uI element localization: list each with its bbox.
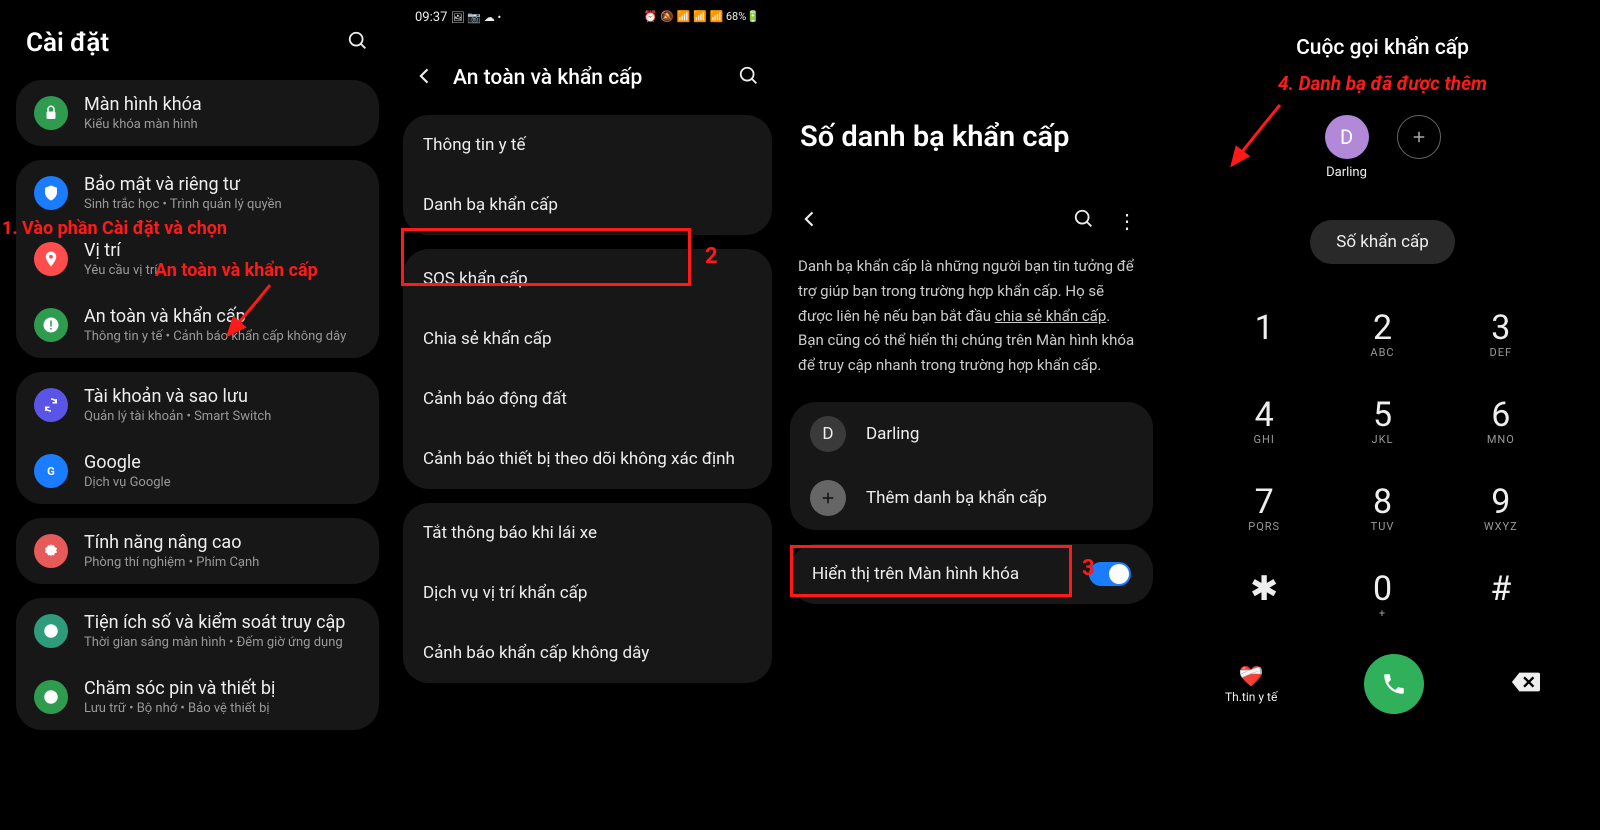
dialer-key-4[interactable]: 4GHI bbox=[1205, 381, 1323, 460]
saved-contact-darling[interactable]: D Darling bbox=[1325, 115, 1369, 180]
lock-icon bbox=[34, 96, 68, 130]
wellbeing-icon bbox=[34, 614, 68, 648]
settings-list: Màn hình khóaKiểu khóa màn hình Bảo mật … bbox=[0, 80, 395, 730]
more-icon[interactable]: ⋮ bbox=[1117, 209, 1137, 233]
settings-item-shield[interactable]: Bảo mật và riêng tưSinh trắc học • Trình… bbox=[16, 160, 379, 226]
safety-item[interactable]: Dịch vụ vị trí khẩn cấp bbox=[403, 563, 772, 623]
annotation-step1b: An toàn và khẩn cấp bbox=[155, 260, 318, 281]
safety-item[interactable]: Cảnh báo động đất bbox=[403, 369, 772, 429]
emergency-contacts-panel: Số danh bạ khẩn cấp ⋮ Danh bạ khẩn cấp l… bbox=[780, 0, 1165, 830]
dialer-key-5[interactable]: 5JKL bbox=[1323, 381, 1441, 460]
emergency-contacts-title: Số danh bạ khẩn cấp bbox=[780, 0, 1165, 194]
settings-title: Cài đặt bbox=[26, 28, 109, 58]
dialer-keypad: 12ABC3DEF 4GHI5JKL6MNO 7PQRS8TUV9WXYZ ✱0+# bbox=[1165, 294, 1600, 634]
settings-item-lock[interactable]: Màn hình khóaKiểu khóa màn hình bbox=[16, 80, 379, 146]
toggle-switch-on[interactable] bbox=[1089, 562, 1131, 586]
settings-item-wellbeing[interactable]: Tiện ích số và kiểm soát truy cậpThời gi… bbox=[16, 598, 379, 664]
safety-item[interactable]: Cảnh báo thiết bị theo dõi không xác địn… bbox=[403, 429, 772, 489]
dialer-key-6[interactable]: 6MNO bbox=[1442, 381, 1560, 460]
annotation-step1: 1. Vào phần Cài đặt và chọn bbox=[2, 218, 390, 239]
safety-item[interactable]: Danh bạ khẩn cấp bbox=[403, 175, 772, 235]
dialer-key-8[interactable]: 8TUV bbox=[1323, 468, 1441, 547]
contact-row-darling[interactable]: D Darling bbox=[790, 402, 1153, 466]
safety-title: An toàn và khẩn cấp bbox=[453, 66, 720, 90]
dialer-key-0[interactable]: 0+ bbox=[1323, 555, 1441, 634]
heart-icon: ❤️‍🩹 bbox=[1225, 664, 1277, 688]
safety-emergency-panel: 09:37 🖼 📷 ☁ • ⏰ 🔕 📶 📶 📶 68%🔋 An toàn và … bbox=[395, 0, 780, 830]
dialer-key-9[interactable]: 9WXYZ bbox=[1442, 468, 1560, 547]
sos-icon bbox=[34, 308, 68, 342]
show-on-lockscreen-toggle-row[interactable]: Hiển thị trên Màn hình khóa bbox=[790, 544, 1153, 604]
back-icon[interactable] bbox=[800, 209, 820, 233]
shield-icon bbox=[34, 176, 68, 210]
settings-item-sos[interactable]: An toàn và khẩn cấpThông tin y tế • Cảnh… bbox=[16, 292, 379, 358]
backspace-icon bbox=[1510, 670, 1540, 694]
sync-icon bbox=[34, 388, 68, 422]
svg-text:G: G bbox=[47, 465, 55, 478]
medical-info-button[interactable]: ❤️‍🩹 Th.tin y tế bbox=[1225, 664, 1277, 704]
dialer-key-#[interactable]: # bbox=[1442, 555, 1560, 634]
emergency-number-pill[interactable]: Số khẩn cấp bbox=[1310, 220, 1455, 264]
contact-name: Darling bbox=[1325, 165, 1369, 180]
dialer-key-3[interactable]: 3DEF bbox=[1442, 294, 1560, 373]
dialer-key-7[interactable]: 7PQRS bbox=[1205, 468, 1323, 547]
settings-item-gear[interactable]: Tính năng nâng caoPhòng thí nghiệm • Phí… bbox=[16, 518, 379, 584]
status-bar: 09:37 🖼 📷 ☁ • ⏰ 🔕 📶 📶 📶 68%🔋 bbox=[395, 0, 780, 25]
settings-item-battery[interactable]: Chăm sóc pin và thiết bịLưu trữ • Bộ nhớ… bbox=[16, 664, 379, 730]
pin-icon bbox=[34, 242, 68, 276]
contact-avatar: D bbox=[810, 416, 846, 452]
settings-item-google[interactable]: G GoogleDịch vụ Google bbox=[16, 438, 379, 504]
toggle-label: Hiển thị trên Màn hình khóa bbox=[812, 564, 1089, 584]
add-contact-button[interactable] bbox=[1397, 115, 1441, 159]
emergency-contacts-description: Danh bạ khẩn cấp là những người bạn tin … bbox=[780, 254, 1165, 402]
emergency-call-title: Cuộc gọi khẩn cấp bbox=[1165, 0, 1600, 70]
gear-icon bbox=[34, 534, 68, 568]
add-contact-label: Thêm danh bạ khẩn cấp bbox=[866, 488, 1133, 508]
dialer-key-2[interactable]: 2ABC bbox=[1323, 294, 1441, 373]
search-icon[interactable] bbox=[347, 30, 369, 56]
plus-icon bbox=[1397, 115, 1441, 159]
search-icon[interactable] bbox=[1073, 208, 1095, 234]
search-icon[interactable] bbox=[738, 65, 760, 91]
settings-panel: Cài đặt Màn hình khóaKiểu khóa màn hình … bbox=[0, 0, 395, 830]
safety-item[interactable]: Tắt thông báo khi lái xe bbox=[403, 503, 772, 563]
google-icon: G bbox=[34, 454, 68, 488]
emergency-call-panel: Cuộc gọi khẩn cấp 4. Danh bạ đã được thê… bbox=[1165, 0, 1600, 830]
safety-item[interactable]: Chia sẻ khẩn cấp bbox=[403, 309, 772, 369]
add-emergency-contact-button[interactable]: Thêm danh bạ khẩn cấp bbox=[790, 466, 1153, 530]
back-icon[interactable] bbox=[415, 66, 435, 90]
safety-list: Thông tin y tếDanh bạ khẩn cấpSOS khẩn c… bbox=[395, 115, 780, 683]
phone-icon bbox=[1381, 671, 1407, 697]
annotation-step2: 2 bbox=[705, 244, 718, 269]
call-button[interactable] bbox=[1364, 654, 1424, 714]
contact-avatar: D bbox=[1325, 115, 1369, 159]
annotation-step4: 4. Danh bạ đã được thêm bbox=[1165, 70, 1600, 105]
annotation-step3: 3 bbox=[1082, 556, 1095, 581]
backspace-button[interactable] bbox=[1510, 670, 1540, 698]
safety-item[interactable]: Cảnh báo khẩn cấp không dây bbox=[403, 623, 772, 683]
safety-item[interactable]: Thông tin y tế bbox=[403, 115, 772, 175]
battery-icon bbox=[34, 680, 68, 714]
settings-item-sync[interactable]: Tài khoản và sao lưuQuản lý tài khoản • … bbox=[16, 372, 379, 438]
dialer-key-✱[interactable]: ✱ bbox=[1205, 555, 1323, 634]
contact-name: Darling bbox=[866, 424, 1133, 444]
plus-icon bbox=[810, 480, 846, 516]
dialer-key-1[interactable]: 1 bbox=[1205, 294, 1323, 373]
